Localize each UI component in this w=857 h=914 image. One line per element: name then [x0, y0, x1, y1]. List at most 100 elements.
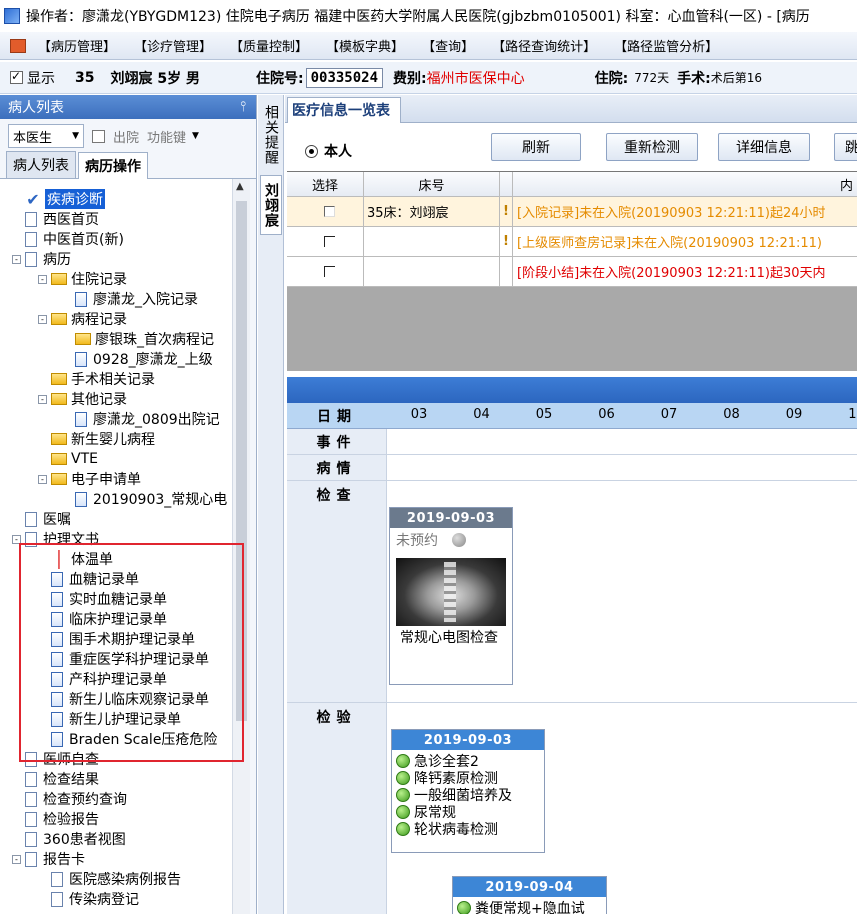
- tree-item[interactable]: 医嘱: [12, 509, 71, 529]
- timeline-date: 09: [785, 407, 803, 422]
- tree-item[interactable]: - 电子申请单: [38, 469, 141, 489]
- tree-item[interactable]: 围手术期护理记录单: [38, 629, 195, 649]
- menu-template-dictionary[interactable]: 【模板字典】: [326, 36, 404, 55]
- tree-item[interactable]: ✔ 疾病诊断: [12, 189, 105, 209]
- tree-item[interactable]: 廖潇龙_0809出院记: [62, 409, 220, 429]
- self-radio-label: 本人: [324, 144, 352, 160]
- tab-related-reminders[interactable]: 相关提醒: [260, 97, 282, 173]
- folder-icon: [51, 373, 67, 385]
- collapse-icon[interactable]: -: [12, 254, 21, 264]
- collapse-icon[interactable]: -: [12, 534, 21, 544]
- tree-item[interactable]: 新生婴儿病程: [38, 429, 155, 449]
- exam-status-row: 未预约: [390, 528, 512, 552]
- tree-item[interactable]: 中医首页(新): [12, 229, 124, 249]
- tree-item[interactable]: 医师自查: [12, 749, 99, 769]
- collapse-icon[interactable]: -: [38, 474, 47, 484]
- tree-item[interactable]: 产科护理记录单: [38, 669, 167, 689]
- detail-info-button[interactable]: 详细信息: [718, 133, 810, 161]
- tree-item-label: 血糖记录单: [69, 572, 139, 588]
- status-ok-icon: [396, 770, 410, 785]
- tree-item[interactable]: 西医首页: [12, 209, 99, 229]
- patient-list-header: 病人列表 ⫯: [0, 95, 256, 119]
- collapse-icon[interactable]: -: [38, 394, 47, 404]
- row-select-checkbox[interactable]: [323, 206, 335, 217]
- menu-medical-record[interactable]: 【病历管理】: [38, 36, 116, 55]
- status-ok-icon: [396, 804, 410, 819]
- tree-item[interactable]: 20190903_常规心电: [62, 489, 227, 509]
- tree-item[interactable]: - 住院记录: [38, 269, 127, 289]
- menu-quality-control[interactable]: 【质量控制】: [230, 36, 308, 55]
- tree-item[interactable]: 廖潇龙_入院记录: [62, 289, 198, 309]
- menu-diagnosis-treatment[interactable]: 【诊疗管理】: [134, 36, 212, 55]
- document-icon: [25, 211, 37, 227]
- tree-item[interactable]: Braden Scale压疮危险: [38, 729, 217, 749]
- tree-item[interactable]: 临床护理记录单: [38, 609, 167, 629]
- tree-item[interactable]: 检查结果: [12, 769, 99, 789]
- folder-icon: [51, 473, 67, 485]
- tree-item-label: 医嘱: [43, 512, 71, 528]
- tree-item-label: 临床护理记录单: [69, 612, 167, 628]
- document-icon: [25, 791, 37, 807]
- lab-item[interactable]: 粪便常规+隐血试: [453, 899, 606, 914]
- exam-card[interactable]: 2019-09-03 未预约 常规心电图检查: [389, 507, 513, 685]
- lab-item[interactable]: 降钙素原检测: [392, 769, 544, 786]
- lab-item[interactable]: 轮状病毒检测: [392, 820, 544, 837]
- tab-patient-list[interactable]: 病人列表: [6, 151, 76, 178]
- grid-row[interactable]: [阶段小结]未在入院(20190903 12:21:11)起30天内: [287, 257, 857, 287]
- pin-icon[interactable]: ⫯: [240, 99, 246, 115]
- self-radio[interactable]: 本人: [305, 141, 352, 161]
- grid-row[interactable]: 35床：刘翊宸! [入院记录]未在入院(20190903 12:21:11)起24…: [287, 197, 857, 227]
- timeline-date: 10: [848, 407, 857, 422]
- tree-item[interactable]: - 病程记录: [38, 309, 127, 329]
- menu-pathway-statistics[interactable]: 【路径查询统计】: [492, 36, 596, 55]
- tree-item[interactable]: - 报告卡: [12, 849, 85, 869]
- tree-item[interactable]: 重症医学科护理记录单: [38, 649, 209, 669]
- show-checkbox[interactable]: [10, 69, 23, 84]
- lab-item[interactable]: 急诊全套2: [392, 752, 544, 769]
- tab-patient-name[interactable]: 刘翊宸: [260, 175, 282, 235]
- collapse-icon[interactable]: -: [38, 274, 47, 284]
- menu-query[interactable]: 【查询】: [422, 36, 474, 55]
- tree-item[interactable]: 传染病登记: [38, 889, 139, 909]
- tree-item[interactable]: 廖银珠_首次病程记: [62, 329, 214, 349]
- tree-item[interactable]: 血糖记录单: [38, 569, 139, 589]
- tree-scrollbar[interactable]: ▲: [232, 179, 250, 914]
- tree-item[interactable]: - 护理文书: [12, 529, 99, 549]
- tree-item[interactable]: 新生儿护理记录单: [38, 709, 181, 729]
- tree-item[interactable]: │ 体温单: [38, 549, 113, 569]
- tree-item[interactable]: 检验报告: [12, 809, 99, 829]
- row-select-checkbox[interactable]: [323, 236, 335, 247]
- tree-item[interactable]: 360患者视图: [12, 829, 126, 849]
- function-key-button[interactable]: 功能键 ▼: [147, 127, 199, 146]
- tree-item[interactable]: - 其他记录: [38, 389, 127, 409]
- tree-item[interactable]: VTE: [38, 449, 98, 469]
- discharge-checkbox[interactable]: [92, 129, 105, 143]
- recheck-button[interactable]: 重新检测: [606, 133, 698, 161]
- lab-card[interactable]: 2019-09-04 粪便常规+隐血试: [452, 876, 607, 914]
- tree-item[interactable]: - 病历: [12, 249, 71, 269]
- scrollbar-thumb[interactable]: [236, 201, 247, 721]
- scroll-up-icon[interactable]: ▲: [236, 181, 244, 192]
- row-select-checkbox[interactable]: [323, 266, 335, 277]
- tree-item[interactable]: 手术相关记录: [38, 369, 155, 389]
- status-ok-icon: [396, 787, 410, 802]
- lab-item[interactable]: 尿常规: [392, 803, 544, 820]
- refresh-button[interactable]: 刷新: [491, 133, 581, 161]
- tree-item[interactable]: 新生儿临床观察记录单: [38, 689, 209, 709]
- collapse-icon[interactable]: -: [38, 314, 47, 324]
- tree-item[interactable]: 检查预约查询: [12, 789, 127, 809]
- collapse-icon[interactable]: -: [12, 854, 21, 864]
- tab-record-operations[interactable]: 病历操作: [78, 152, 148, 179]
- doctor-select[interactable]: 本医生 ▼: [8, 124, 84, 148]
- tree-item[interactable]: 医院感染病例报告: [38, 869, 181, 889]
- tab-medical-info-overview[interactable]: 医疗信息一览表: [287, 97, 401, 123]
- menu-app-icon[interactable]: [10, 38, 26, 53]
- lab-item[interactable]: 一般细菌培养及: [392, 786, 544, 803]
- tree-item[interactable]: 0928_廖潇龙_上级: [62, 349, 213, 369]
- timeline-panel: 日期 03 04 05 06 07 08 09 10 事件 病情 检查 2019-09-03 …: [287, 377, 857, 914]
- grid-row[interactable]: ! [上级医师查房记录]未在入院(20190903 12:21:11): [287, 227, 857, 257]
- lab-card[interactable]: 2019-09-03 急诊全套2 降钙素原检测 一般细菌培养及 尿常规 轮状病毒检测: [391, 729, 545, 853]
- jump-button[interactable]: 跳: [834, 133, 857, 161]
- tree-item[interactable]: 实时血糖记录单: [38, 589, 167, 609]
- menu-pathway-supervision[interactable]: 【路径监管分析】: [614, 36, 718, 55]
